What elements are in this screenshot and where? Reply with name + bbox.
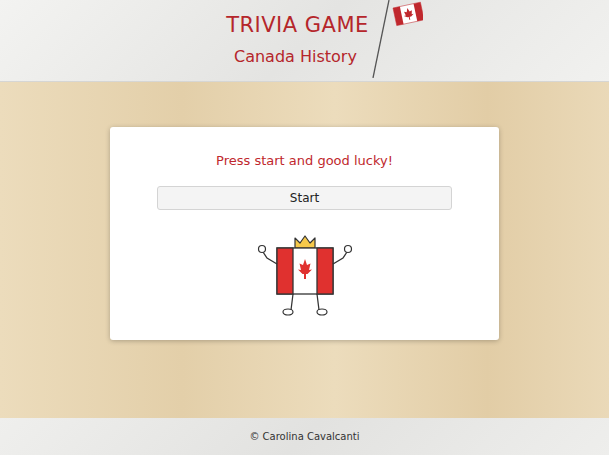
trivia-page: TRIVIA GAME Canada History Press start a… xyxy=(0,0,609,455)
game-subtitle: Canada History xyxy=(234,46,357,68)
start-button[interactable]: Start xyxy=(157,186,452,210)
canada-mascot-icon xyxy=(257,234,353,318)
start-message: Press start and good lucky! xyxy=(216,151,393,171)
titles: TRIVIA GAME Canada History xyxy=(226,0,369,68)
canada-flag-icon xyxy=(371,0,423,78)
footer: © Carolina Cavalcanti xyxy=(0,418,609,455)
header: TRIVIA GAME Canada History xyxy=(0,0,609,82)
start-card: Press start and good lucky! Start xyxy=(110,127,499,340)
footer-credit: © Carolina Cavalcanti xyxy=(249,431,359,442)
board: Press start and good lucky! Start xyxy=(0,82,609,418)
game-title: TRIVIA GAME xyxy=(226,12,369,38)
brand: TRIVIA GAME Canada History xyxy=(226,0,423,81)
